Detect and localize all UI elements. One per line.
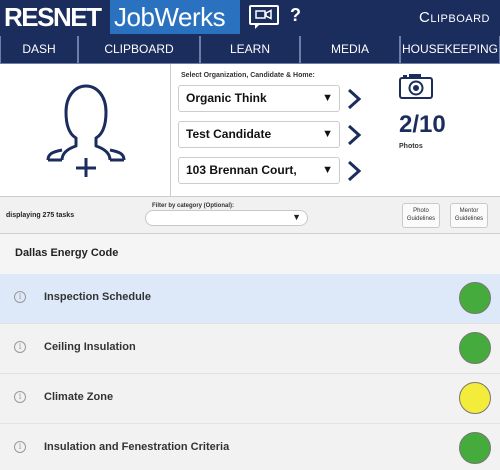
info-icon[interactable]: i xyxy=(14,441,26,453)
filter-bar: displaying 275 tasks Filter by category … xyxy=(0,197,500,234)
nav-item-dash[interactable]: DASH xyxy=(0,36,78,64)
task-label: Climate Zone xyxy=(44,391,114,403)
dropdown-caret-icon: ▼ xyxy=(322,128,333,140)
video-chat-icon[interactable] xyxy=(249,5,279,34)
task-row[interactable]: i Inspection Schedule xyxy=(0,274,500,324)
dropdown-caret-icon: ▼ xyxy=(322,164,333,176)
candidate-value: Test Candidate xyxy=(186,127,272,141)
dropdown-caret-icon: ▼ xyxy=(292,212,301,222)
chevron-right-icon[interactable] xyxy=(346,160,362,182)
nav-item-clipboard[interactable]: CLIPBOARD xyxy=(78,36,200,64)
nav-item-media[interactable]: MEDIA xyxy=(300,36,400,64)
main-nav: DASH CLIPBOARD LEARN MEDIA HOUSEKEEPING xyxy=(0,36,500,64)
status-indicator xyxy=(459,432,491,464)
chevron-right-icon[interactable] xyxy=(346,88,362,110)
add-user-icon xyxy=(46,84,126,177)
app-header: RESNET JobWerks ? Clipboard xyxy=(0,0,500,36)
mentor-guidelines-label-line1: Mentor xyxy=(459,208,479,214)
category-section-header: Dallas Energy Code xyxy=(0,234,500,275)
selection-panel: Select Organization, Candidate & Home: O… xyxy=(0,64,500,197)
info-icon[interactable]: i xyxy=(14,291,26,303)
task-label: Insulation and Fenestration Criteria xyxy=(44,441,230,453)
task-label: Inspection Schedule xyxy=(44,291,151,303)
photo-count-label: Photos xyxy=(399,143,423,150)
task-row[interactable]: i Climate Zone xyxy=(0,374,500,424)
organization-select[interactable]: Organic Think ▼ xyxy=(178,85,340,112)
section-title: Dallas Energy Code xyxy=(15,247,119,259)
home-value: 103 Brennan Court, xyxy=(186,163,297,177)
photo-count: 2/10 xyxy=(399,111,446,138)
resnet-logo: RESNET xyxy=(0,0,102,34)
page-title: Clipboard xyxy=(419,9,490,26)
info-icon[interactable]: i xyxy=(14,391,26,403)
nav-item-learn[interactable]: LEARN xyxy=(200,36,300,64)
status-indicator xyxy=(459,282,491,314)
photo-guidelines-label-line2: Guidelines xyxy=(406,216,436,222)
info-icon[interactable]: i xyxy=(14,341,26,353)
mentor-guidelines-label-line2: Guidelines xyxy=(454,216,484,222)
photo-guidelines-button[interactable]: Photo Guidelines xyxy=(402,203,440,228)
photo-guidelines-label-line1: Photo xyxy=(413,208,429,214)
organization-value: Organic Think xyxy=(186,91,267,105)
camera-icon[interactable] xyxy=(398,72,434,100)
status-indicator xyxy=(459,332,491,364)
dropdown-caret-icon: ▼ xyxy=(322,92,333,104)
task-count: displaying 275 tasks xyxy=(6,212,75,219)
status-indicator xyxy=(459,382,491,414)
task-label: Ceiling Insulation xyxy=(44,341,136,353)
candidate-select[interactable]: Test Candidate ▼ xyxy=(178,121,340,148)
avatar[interactable] xyxy=(0,64,171,196)
filter-label: Filter by category (Optional): xyxy=(152,203,235,209)
help-icon[interactable]: ? xyxy=(290,5,301,26)
chevron-right-icon[interactable] xyxy=(346,124,362,146)
jobwerks-logo: JobWerks xyxy=(110,0,240,34)
category-filter-select[interactable]: ▼ xyxy=(145,210,308,226)
home-select[interactable]: 103 Brennan Court, ▼ xyxy=(178,157,340,184)
task-row[interactable]: i Ceiling Insulation xyxy=(0,324,500,374)
mentor-guidelines-button[interactable]: Mentor Guidelines xyxy=(450,203,488,228)
nav-item-housekeeping[interactable]: HOUSEKEEPING xyxy=(400,36,500,64)
selector-label: Select Organization, Candidate & Home: xyxy=(181,72,315,79)
task-row[interactable]: i Insulation and Fenestration Criteria xyxy=(0,424,500,470)
